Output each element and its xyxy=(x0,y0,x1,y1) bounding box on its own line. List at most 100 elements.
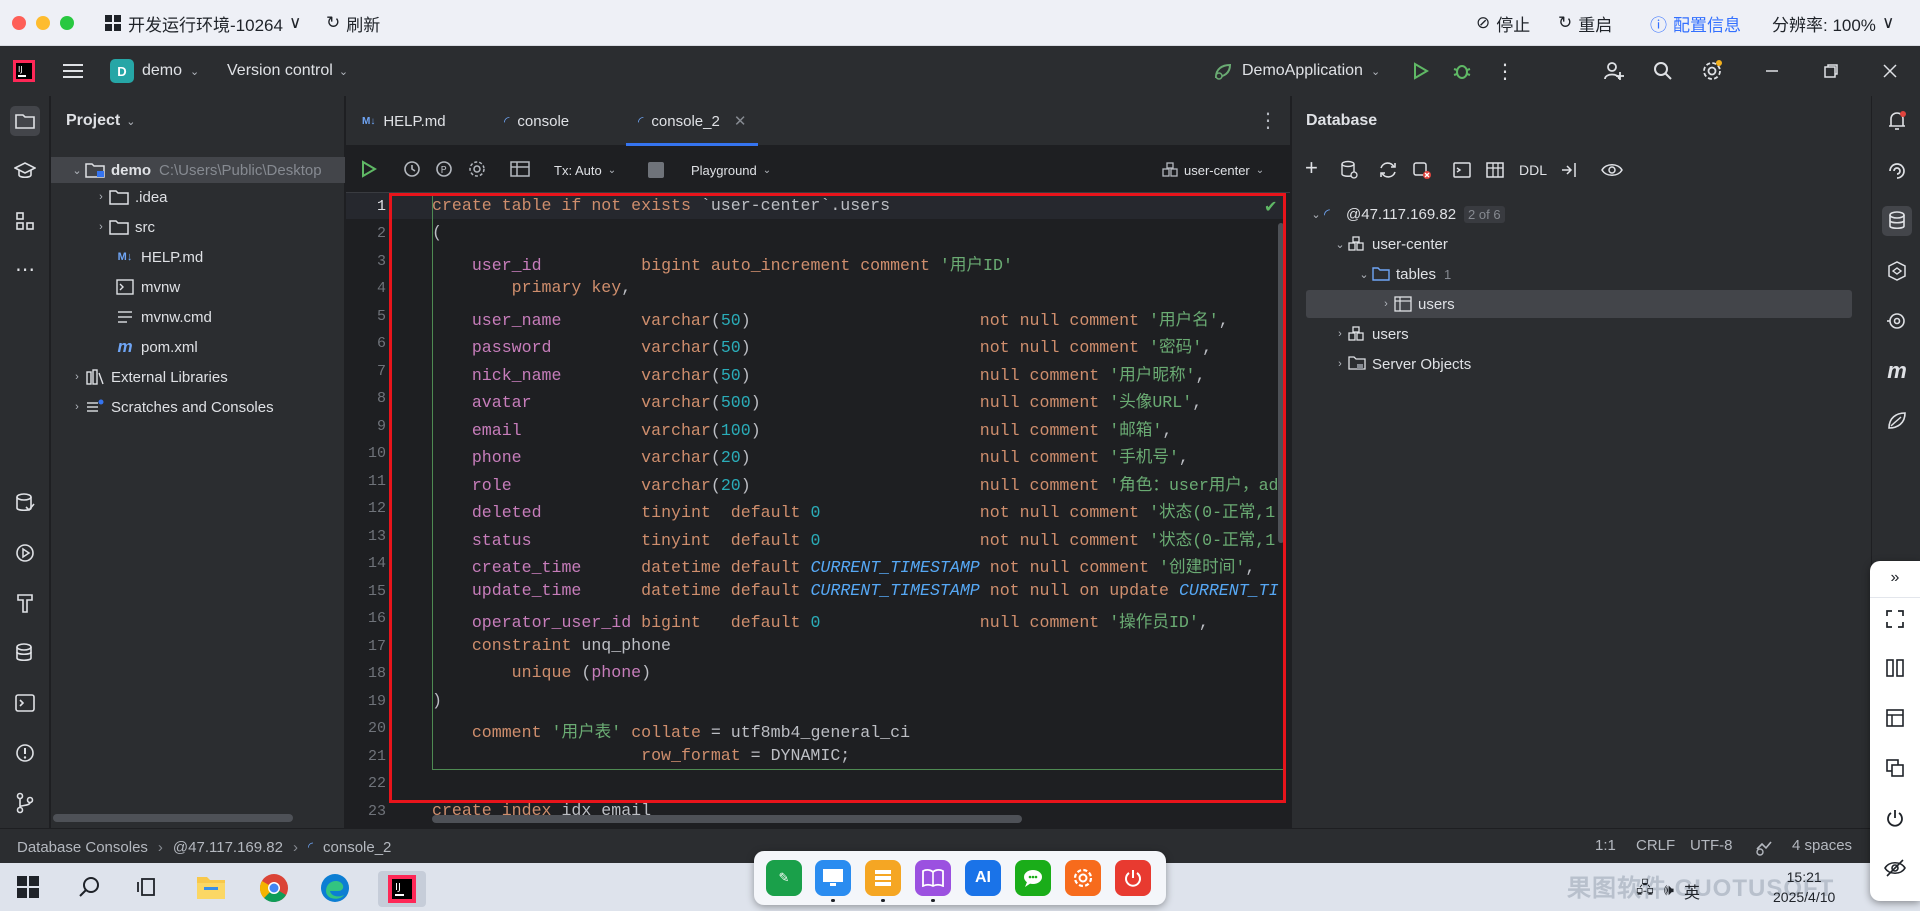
config-button[interactable]: ⓘ 配置信息 xyxy=(1650,12,1741,35)
db-host-node[interactable]: ⌄ ◜ @47.117.169.82 2 of 6 xyxy=(1308,200,1505,228)
breadcrumb-item[interactable]: @47.117.169.82 xyxy=(173,839,283,856)
desktop-app-icon[interactable] xyxy=(815,860,851,896)
indent-setting[interactable]: 4 spaces xyxy=(1792,837,1852,854)
add-user-icon[interactable] xyxy=(1602,59,1626,83)
history-icon[interactable] xyxy=(403,160,421,178)
table-view-icon[interactable] xyxy=(510,160,530,178)
close-tab-icon[interactable]: ✕ xyxy=(734,112,747,130)
project-selector[interactable]: D demo ⌄ xyxy=(110,58,199,84)
cursor-position[interactable]: 1:1 xyxy=(1595,837,1616,854)
windows-start-icon[interactable] xyxy=(17,876,39,898)
stop-button[interactable]: ⊘ 停止 xyxy=(1476,12,1530,35)
tree-item-mvnw-cmd[interactable]: mvnw.cmd xyxy=(51,304,345,330)
more-vertical-icon[interactable]: ⋮ xyxy=(1493,59,1517,83)
restart-button[interactable]: ↻ 重启 xyxy=(1558,12,1612,35)
breadcrumb-item[interactable]: console_2 xyxy=(323,839,391,856)
debug-icon[interactable] xyxy=(1450,59,1474,83)
structure-icon[interactable] xyxy=(10,206,40,236)
resolution-selector[interactable]: 分辨率: 100% ∨ xyxy=(1772,12,1894,35)
power-icon[interactable] xyxy=(1883,806,1907,830)
inspection-profile-icon[interactable] xyxy=(1754,837,1774,857)
more-vertical-icon[interactable]: ⋮ xyxy=(1258,108,1278,133)
restore-window-icon[interactable] xyxy=(1819,59,1843,83)
line-separator[interactable]: CRLF xyxy=(1636,837,1675,854)
project-folder-icon[interactable] xyxy=(10,106,40,136)
git-branch-icon[interactable] xyxy=(10,788,40,818)
data-source-properties-icon[interactable] xyxy=(1339,160,1359,180)
ddl-button[interactable]: DDL xyxy=(1519,162,1547,178)
tree-item-external-libraries[interactable]: › External Libraries xyxy=(51,364,345,390)
fullscreen-icon[interactable] xyxy=(1883,607,1907,631)
table-view-icon[interactable] xyxy=(1485,160,1505,180)
bean-validation-icon[interactable] xyxy=(1882,256,1912,286)
run-config-selector[interactable]: DemoApplication ⌄ xyxy=(1212,58,1380,84)
horizontal-scrollbar[interactable] xyxy=(432,815,1022,823)
tab-console[interactable]: ◜ console xyxy=(504,96,569,146)
hide-eye-icon[interactable] xyxy=(1883,856,1907,880)
breadcrumb-item[interactable]: Database Consoles xyxy=(17,839,148,856)
database-changes-icon[interactable] xyxy=(10,488,40,518)
sign-app-icon[interactable]: ✎ xyxy=(766,860,802,896)
endpoints-icon[interactable] xyxy=(1882,306,1912,336)
learn-icon[interactable] xyxy=(10,156,40,186)
horizontal-scrollbar[interactable] xyxy=(53,814,293,822)
vcs-selector[interactable]: Version control ⌄ xyxy=(227,58,348,84)
tree-root-demo[interactable]: ⌄ demo C:\Users\Public\Desktop xyxy=(51,157,345,183)
power-app-icon[interactable] xyxy=(1115,860,1151,896)
explain-plan-icon[interactable]: P xyxy=(435,160,453,178)
tree-item-help-md[interactable]: M↓ HELP.md xyxy=(51,244,345,270)
file-explorer-icon[interactable] xyxy=(196,873,226,901)
settings-app-icon[interactable] xyxy=(1065,860,1101,896)
refresh-button[interactable]: ↻ 刷新 xyxy=(326,12,380,35)
search-icon[interactable] xyxy=(1651,59,1675,83)
chrome-icon[interactable] xyxy=(259,873,289,903)
tree-item-scratches[interactable]: › Scratches and Consoles xyxy=(51,394,345,420)
db-schema-node-users[interactable]: › users xyxy=(1332,320,1409,348)
book-app-icon[interactable] xyxy=(915,860,951,896)
playground-dropdown[interactable]: Playground ⌄ xyxy=(691,159,771,181)
spring-icon[interactable] xyxy=(1882,406,1912,436)
tree-item-pom-xml[interactable]: m pom.xml xyxy=(51,334,345,360)
services-icon[interactable] xyxy=(10,538,40,568)
stop-icon[interactable] xyxy=(648,162,664,178)
notifications-bell-icon[interactable] xyxy=(1882,106,1912,136)
tab-console-2[interactable]: ◜ console_2 ✕ xyxy=(625,96,759,146)
minimize-window-icon[interactable] xyxy=(1760,59,1784,83)
task-view-icon[interactable] xyxy=(136,876,158,898)
tree-item-idea[interactable]: › .idea xyxy=(51,184,345,210)
schema-selector[interactable]: user-center ⌄ xyxy=(1162,159,1264,181)
view-options-eye-icon[interactable] xyxy=(1601,160,1623,180)
execute-icon[interactable] xyxy=(360,160,378,178)
ai-assistant-icon[interactable] xyxy=(1882,156,1912,186)
transaction-mode-dropdown[interactable]: Tx: Auto ⌄ xyxy=(554,159,616,181)
database-icon[interactable] xyxy=(10,638,40,668)
add-icon[interactable]: + xyxy=(1305,157,1318,179)
disconnect-icon[interactable] xyxy=(1412,160,1432,180)
input-language[interactable]: 英 xyxy=(1684,879,1700,903)
problems-icon[interactable] xyxy=(10,738,40,768)
volume-icon[interactable]: 🕪 xyxy=(1664,882,1674,900)
search-icon[interactable] xyxy=(78,876,100,898)
tree-item-src[interactable]: › src xyxy=(51,214,345,240)
jump-to-source-icon[interactable] xyxy=(1559,160,1579,180)
settings-gear-icon[interactable] xyxy=(1700,59,1724,83)
terminal-icon[interactable] xyxy=(10,688,40,718)
db-table-users[interactable]: › users xyxy=(1378,290,1455,318)
maximize-dot[interactable] xyxy=(60,16,74,30)
database-icon[interactable] xyxy=(1882,206,1912,236)
close-window-icon[interactable] xyxy=(1878,59,1902,83)
ai-app-icon[interactable]: AI xyxy=(965,860,1001,896)
network-icon[interactable]: 🖧 xyxy=(1636,877,1654,904)
tab-help-md[interactable]: M↓ HELP.md xyxy=(362,96,446,146)
build-hammer-icon[interactable] xyxy=(10,588,40,618)
tree-item-mvnw[interactable]: mvnw xyxy=(51,274,345,300)
project-panel-header[interactable]: Project ⌄ xyxy=(66,110,135,132)
files-app-icon[interactable] xyxy=(865,860,901,896)
env-selector[interactable]: 开发运行环境-10264 ∨ xyxy=(104,12,301,35)
main-menu-icon[interactable] xyxy=(61,59,85,83)
more-horizontal-icon[interactable]: ⋯ xyxy=(10,254,40,284)
collapse-panel-icon[interactable]: » xyxy=(1883,566,1907,590)
split-screen-icon[interactable] xyxy=(1883,656,1907,680)
wechat-app-icon[interactable] xyxy=(1015,860,1051,896)
db-tables-node[interactable]: ⌄ tables 1 xyxy=(1356,260,1451,288)
